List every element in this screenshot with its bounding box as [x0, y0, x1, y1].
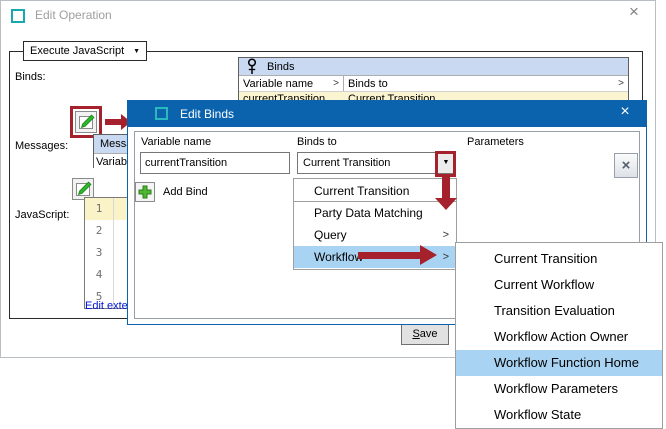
- add-bind-label: Add Bind: [163, 186, 208, 198]
- close-icon[interactable]: ×: [622, 2, 646, 22]
- edit-pencil-icon: [75, 181, 92, 198]
- annotation-arrow-down-head: [435, 198, 457, 210]
- plus-icon: [138, 185, 152, 199]
- menu-item[interactable]: Query >: [294, 224, 456, 246]
- menu-item[interactable]: Party Data Matching: [294, 202, 456, 224]
- binds-section-label: Binds:: [15, 71, 46, 83]
- sort-icon: >: [333, 78, 339, 89]
- messages-table-titlebar: Messa: [94, 135, 129, 153]
- parameters-label: Parameters: [467, 136, 524, 148]
- line-number: 1: [85, 198, 114, 220]
- submenu-arrow-icon: >: [443, 224, 449, 246]
- binds-to-combobox[interactable]: Current Transition ▼: [297, 152, 455, 174]
- annotation-box: [435, 151, 456, 177]
- binding-pin-icon: [246, 58, 258, 75]
- line-number: 2: [85, 220, 114, 242]
- javascript-section-label: JavaScript:: [15, 209, 69, 221]
- menu-item[interactable]: Current Transition: [294, 180, 456, 202]
- operation-type-dropdown[interactable]: Execute JavaScript ▼: [23, 41, 147, 61]
- editor-line: 1: [85, 198, 128, 220]
- editor-line: 4: [85, 264, 128, 286]
- edit-operation-app-icon: [11, 9, 25, 23]
- binds-table-titlebar: Binds: [239, 58, 628, 75]
- menu-item[interactable]: Workflow Parameters: [456, 376, 662, 402]
- edit-external-link[interactable]: Edit exter: [85, 300, 131, 312]
- sort-icon: >: [618, 78, 624, 89]
- column-header-variable-name[interactable]: Variable name >: [239, 76, 344, 91]
- edit-binds-titlebar[interactable]: Edit Binds ×: [128, 101, 646, 127]
- messages-table: Messa Variable n: [93, 134, 129, 168]
- save-button[interactable]: Save: [401, 324, 449, 345]
- add-bind-button[interactable]: [135, 182, 155, 202]
- menu-item[interactable]: Current Workflow: [456, 272, 662, 298]
- line-number: 4: [85, 264, 114, 286]
- submenu-arrow-icon: >: [443, 246, 449, 268]
- binds-to-selected-value: Current Transition: [298, 153, 454, 173]
- edit-binds-title: Edit Binds: [180, 107, 234, 121]
- edit-binds-app-icon: [155, 107, 168, 120]
- messages-section-label: Messages:: [15, 140, 68, 152]
- edit-operation-title: Edit Operation: [35, 8, 112, 22]
- annotation-arrow-down: [442, 176, 450, 198]
- editor-line: 2: [85, 220, 128, 242]
- workflow-submenu: Current Transition Current Workflow Tran…: [455, 242, 663, 429]
- operation-type-value: Execute JavaScript: [30, 45, 124, 57]
- menu-item[interactable]: Workflow Function Home: [456, 350, 662, 376]
- close-icon[interactable]: ×: [614, 103, 636, 121]
- javascript-editor[interactable]: 1 2 3 4 5: [84, 197, 129, 309]
- messages-column-header: Variable n: [94, 153, 129, 168]
- menu-item[interactable]: Current Transition: [456, 246, 662, 272]
- variable-name-input[interactable]: [140, 152, 290, 174]
- variable-name-label: Variable name: [141, 136, 211, 148]
- column-header-binds-to[interactable]: Binds to >: [344, 76, 628, 91]
- menu-item[interactable]: Workflow Action Owner: [456, 324, 662, 350]
- chevron-down-icon: ▼: [133, 48, 140, 55]
- binds-table-title: Binds: [267, 61, 295, 73]
- messages-table-title: Messa: [100, 138, 129, 150]
- menu-item[interactable]: Workflow State: [456, 402, 662, 428]
- annotation-arrow-right-head: [420, 245, 437, 265]
- line-number: 3: [85, 242, 114, 264]
- menu-item[interactable]: Transition Evaluation: [456, 298, 662, 324]
- binds-to-label: Binds to: [297, 136, 337, 148]
- editor-line: 3: [85, 242, 128, 264]
- delete-bind-button[interactable]: ×: [614, 153, 638, 178]
- binds-table-columns: Variable name > Binds to >: [239, 75, 628, 91]
- screen: Edit Operation × Execute JavaScript ▼ Bi…: [0, 0, 666, 429]
- annotation-arrow-right: [105, 119, 121, 125]
- annotation-arrow-right: [358, 252, 420, 259]
